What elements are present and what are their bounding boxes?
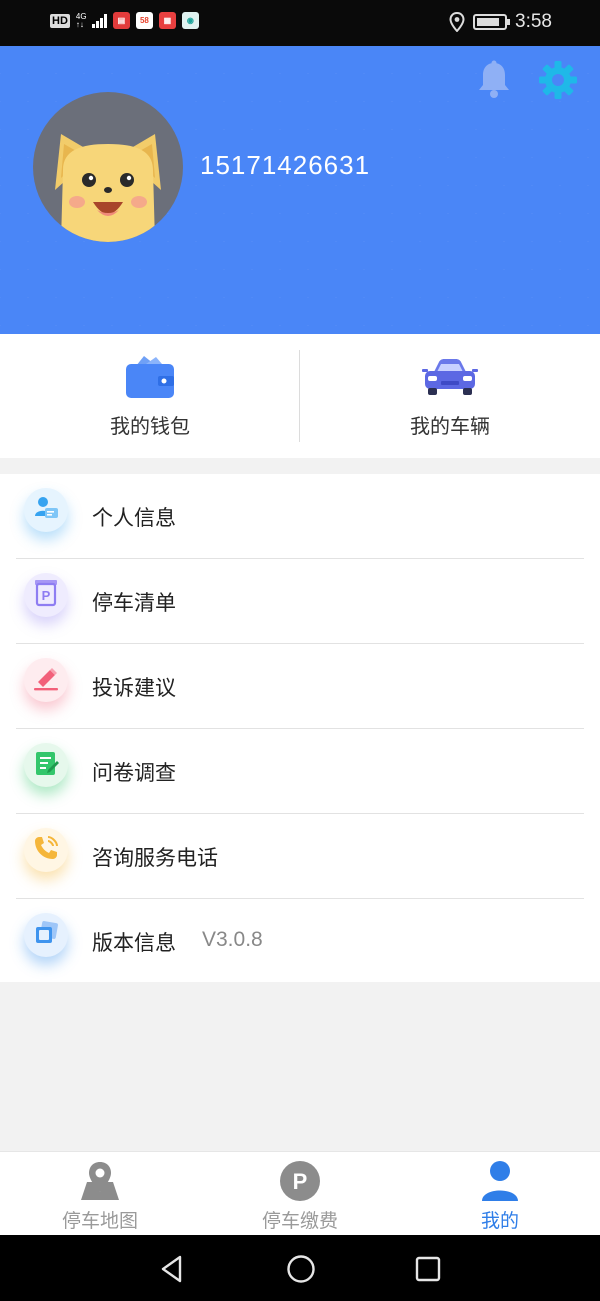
app-58-icon: 58 <box>135 12 153 29</box>
menu-item-service-hotline[interactable]: 咨询服务电话 <box>0 814 600 899</box>
app-video-icon: ▦ <box>158 12 176 29</box>
hd-indicator: HD <box>50 13 70 28</box>
svg-text:P: P <box>293 1169 308 1194</box>
app-browser-icon: ◉ <box>181 12 199 29</box>
menu-list: 个人信息 P 停车清单 投诉建议 问卷调查 咨询服务电话 版本信息 V3.0.8 <box>0 474 600 982</box>
system-nav-bar <box>0 1235 600 1301</box>
survey-icon <box>24 743 68 787</box>
menu-label: 个人信息 <box>92 506 176 530</box>
map-pin-icon <box>81 1162 119 1200</box>
gear-icon[interactable] <box>538 60 578 100</box>
id-card-icon <box>24 488 68 532</box>
version-icon <box>24 913 68 957</box>
menu-item-personal-info[interactable]: 个人信息 <box>0 474 600 559</box>
phone-icon <box>24 828 68 872</box>
app-notification-icon: ▤ <box>112 12 130 29</box>
menu-item-feedback[interactable]: 投诉建议 <box>0 644 600 729</box>
version-number: V3.0.8 <box>202 928 263 951</box>
tab-mine[interactable]: 我的 <box>400 1152 600 1235</box>
signal-icon <box>91 13 107 28</box>
tab-label: 我的 <box>480 1210 519 1232</box>
parking-p-icon: P <box>280 1161 320 1201</box>
menu-label: 停车清单 <box>92 591 176 615</box>
menu-label: 版本信息 <box>92 931 176 955</box>
vehicle-button[interactable]: 我的车辆 <box>300 334 600 458</box>
back-icon[interactable] <box>158 1254 186 1284</box>
svg-text:P: P <box>42 588 51 603</box>
tab-parking-map[interactable]: 停车地图 <box>0 1152 200 1235</box>
quick-actions: 我的钱包 我的车辆 <box>0 334 600 458</box>
network-arrows: ↑↓ <box>75 19 84 29</box>
status-right: 3:58 <box>449 11 552 33</box>
wallet-label: 我的钱包 <box>110 414 190 438</box>
vehicle-label: 我的车辆 <box>410 414 490 438</box>
battery-icon <box>473 14 511 30</box>
wallet-button[interactable]: 我的钱包 <box>0 334 300 458</box>
status-bar: HD 4G ↑↓ ▤ 58 ▦ ◉ 3:58 <box>0 0 600 46</box>
tab-parking-payment[interactable]: P 停车缴费 <box>200 1152 400 1235</box>
parking-list-icon: P <box>24 573 68 617</box>
avatar[interactable] <box>33 92 183 242</box>
car-icon <box>422 359 478 395</box>
bottom-nav: 停车地图 P 停车缴费 我的 <box>0 1151 600 1235</box>
user-icon <box>482 1161 518 1201</box>
network-indicator: 4G ↑↓ <box>75 12 87 29</box>
profile-header: 15171426631 <box>0 46 600 334</box>
clock: 3:58 <box>515 11 552 32</box>
recent-apps-icon[interactable] <box>414 1255 442 1283</box>
wallet-icon <box>126 356 174 398</box>
cat-avatar-icon <box>55 134 161 242</box>
edit-pen-icon <box>24 658 68 702</box>
home-icon[interactable] <box>286 1254 316 1284</box>
phone-number: 15171426631 <box>200 150 371 180</box>
menu-label: 问卷调查 <box>92 761 176 785</box>
status-left: HD 4G ↑↓ ▤ 58 ▦ ◉ <box>50 12 199 29</box>
location-icon <box>449 12 465 32</box>
tab-label: 停车地图 <box>61 1210 138 1232</box>
tab-label: 停车缴费 <box>261 1210 338 1232</box>
menu-item-version-info[interactable]: 版本信息 V3.0.8 <box>0 899 600 984</box>
menu-label: 咨询服务电话 <box>92 846 218 870</box>
menu-label: 投诉建议 <box>92 676 176 700</box>
bell-icon[interactable] <box>476 60 512 100</box>
menu-item-survey[interactable]: 问卷调查 <box>0 729 600 814</box>
menu-item-parking-list[interactable]: P 停车清单 <box>0 559 600 644</box>
